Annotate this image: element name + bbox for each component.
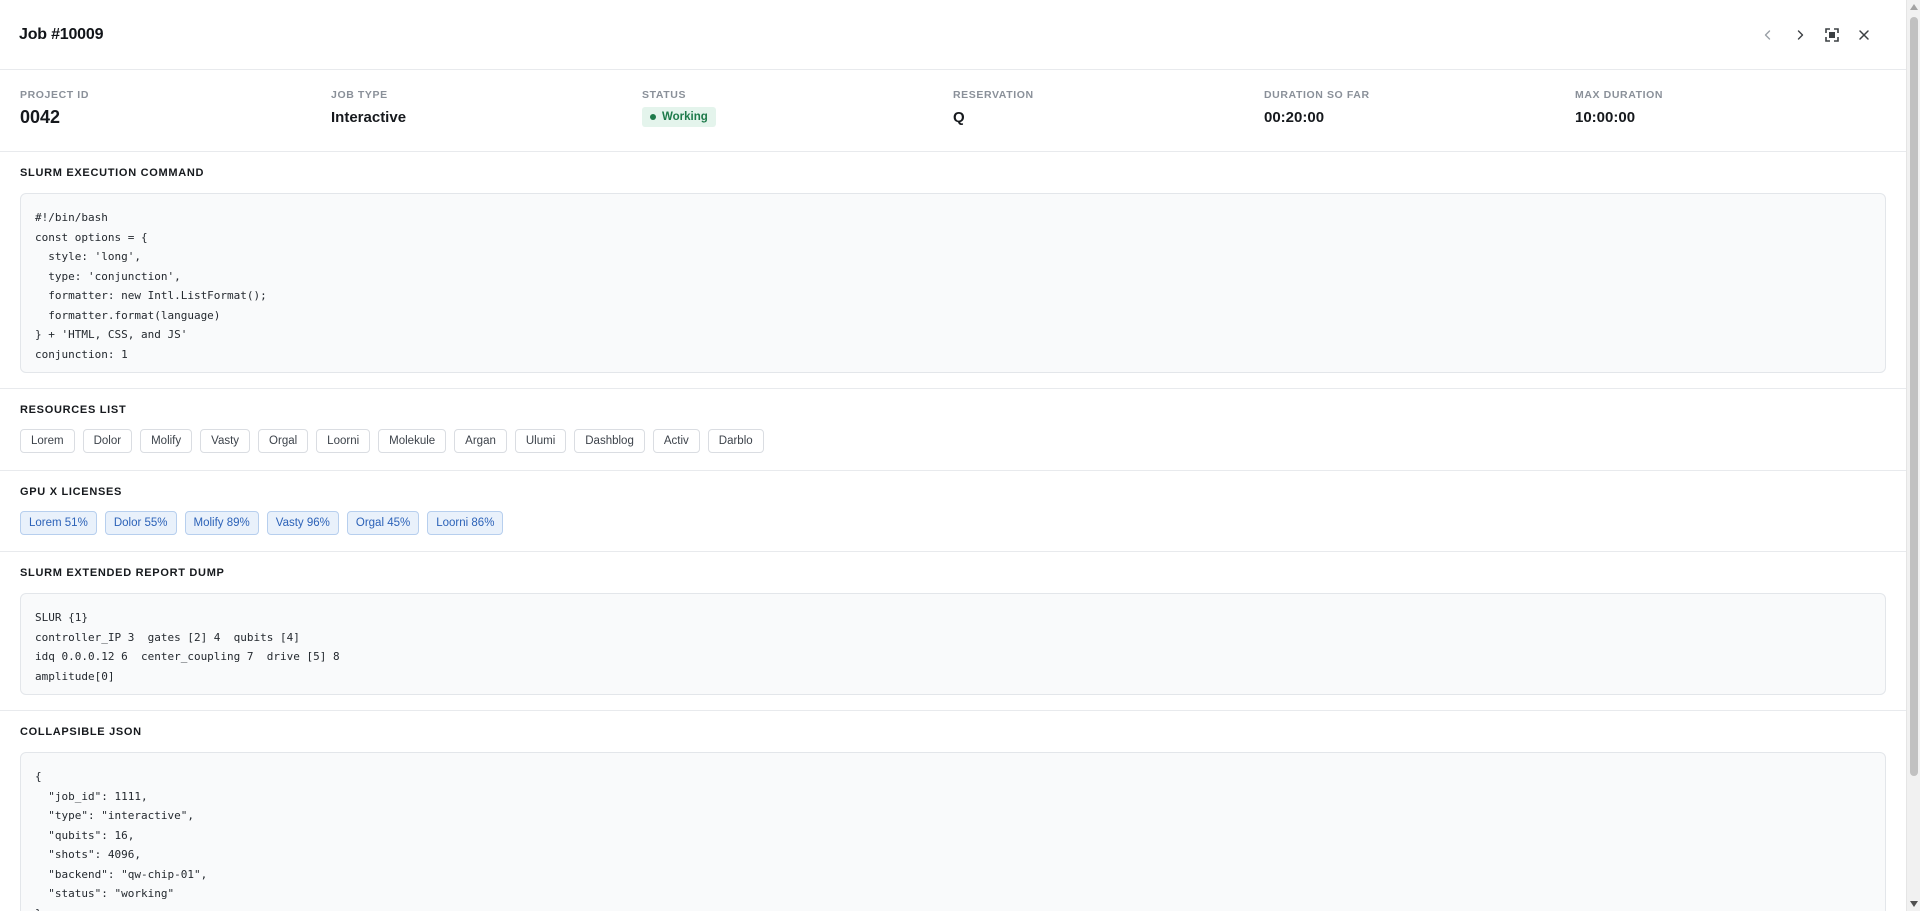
status-badge: Working	[642, 107, 716, 127]
duration-value: 00:20:00	[1264, 109, 1325, 126]
gpu-license-chip[interactable]: Dolor 55%	[104, 511, 177, 535]
meta-project-id: PROJECT ID 0042	[20, 89, 331, 151]
meta-status: STATUS Working	[642, 89, 953, 151]
project-id-value: 0042	[20, 107, 61, 127]
meta-max-duration: MAX DURATION 10:00:00	[1575, 89, 1886, 151]
section-title: GPU X LICENSES	[20, 486, 123, 498]
previous-button[interactable]	[1758, 25, 1778, 45]
section-title: RESOURCES LIST	[20, 404, 127, 416]
resource-chip[interactable]: Ulumi	[514, 429, 567, 453]
meta-label: DURATION SO FAR	[1264, 89, 1370, 101]
meta-label: JOB TYPE	[331, 89, 388, 101]
meta-label: RESERVATION	[953, 89, 1034, 101]
triangle-up-icon	[1910, 4, 1918, 10]
section-title: SLURM EXTENDED REPORT DUMP	[20, 567, 225, 579]
meta-label: STATUS	[642, 89, 687, 101]
json-code[interactable]: { "job_id": 1111, "type": "interactive",…	[20, 752, 1886, 911]
gpu-license-chip[interactable]: Loorni 86%	[427, 511, 504, 535]
report-dump-code: SLUR {1} controller_IP 3 gates [2] 4 qub…	[20, 593, 1886, 695]
resource-chip[interactable]: Argan	[454, 429, 507, 453]
expand-icon	[1825, 27, 1839, 42]
status-value: Working	[662, 111, 708, 123]
chevron-left-icon	[1764, 29, 1771, 40]
job-type-value: Interactive	[331, 109, 407, 126]
chevron-right-icon	[1797, 29, 1804, 40]
next-button[interactable]	[1790, 25, 1810, 45]
slurm-command-code: #!/bin/bash const options = { style: 'lo…	[20, 193, 1886, 373]
resources-section: RESOURCES LIST Lorem Dolor Molify Vasty …	[0, 389, 1906, 471]
section-title: SLURM EXECUTION COMMAND	[20, 167, 205, 179]
gpu-license-chip[interactable]: Lorem 51%	[20, 511, 97, 535]
scroll-down-button[interactable]	[1907, 897, 1920, 911]
resource-chip[interactable]: Dolor	[82, 429, 133, 453]
job-meta-row: PROJECT ID 0042 JOB TYPE Interactive STA…	[0, 70, 1906, 152]
resource-chip[interactable]: Lorem	[20, 429, 75, 453]
close-button[interactable]	[1854, 25, 1874, 45]
resource-chip[interactable]: Darblo	[707, 429, 764, 453]
scroll-thumb[interactable]	[1910, 17, 1918, 776]
report-dump-section: SLURM EXTENDED REPORT DUMP SLUR {1} cont…	[0, 552, 1906, 711]
status-dot-icon	[650, 114, 656, 120]
reservation-value: Q	[953, 109, 965, 126]
panel-header: Job #10009	[0, 0, 1906, 70]
max-duration-value: 10:00:00	[1575, 109, 1636, 126]
vertical-scrollbar[interactable]	[1906, 0, 1920, 911]
resources-chip-list: Lorem Dolor Molify Vasty Orgal Loorni Mo…	[20, 429, 1886, 453]
triangle-down-icon	[1910, 901, 1918, 907]
meta-duration: DURATION SO FAR 00:20:00	[1264, 89, 1575, 151]
close-icon	[1859, 29, 1869, 40]
resource-chip[interactable]: Loorni	[316, 429, 371, 453]
gpu-chip-list: Lorem 51% Dolor 55% Molify 89% Vasty 96%…	[20, 511, 1886, 535]
slurm-command-section: SLURM EXECUTION COMMAND #!/bin/bash cons…	[0, 152, 1906, 389]
resource-chip[interactable]: Orgal	[258, 429, 309, 453]
gpu-licenses-section: GPU X LICENSES Lorem 51% Dolor 55% Molif…	[0, 471, 1906, 552]
gpu-license-chip[interactable]: Orgal 45%	[346, 511, 420, 535]
page-title: Job #10009	[19, 25, 104, 43]
meta-label: PROJECT ID	[20, 89, 90, 101]
expand-button[interactable]	[1822, 25, 1842, 45]
section-title: COLLAPSIBLE JSON	[20, 726, 142, 738]
meta-reservation: RESERVATION Q	[953, 89, 1264, 151]
scroll-up-button[interactable]	[1907, 0, 1920, 14]
resource-chip[interactable]: Activ	[652, 429, 700, 453]
meta-label: MAX DURATION	[1575, 89, 1664, 101]
gpu-license-chip[interactable]: Vasty 96%	[266, 511, 339, 535]
resource-chip[interactable]: Molify	[140, 429, 193, 453]
resource-chip[interactable]: Dashblog	[574, 429, 645, 453]
header-actions	[1758, 25, 1874, 45]
gpu-license-chip[interactable]: Molify 89%	[184, 511, 259, 535]
resource-chip[interactable]: Vasty	[200, 429, 251, 453]
collapsible-json-section: COLLAPSIBLE JSON { "job_id": 1111, "type…	[0, 711, 1906, 911]
resource-chip[interactable]: Molekule	[378, 429, 447, 453]
meta-job-type: JOB TYPE Interactive	[331, 89, 642, 151]
job-detail-panel: Job #10009 PROJECT ID 0042 JOB TYPE Inte…	[0, 0, 1906, 911]
